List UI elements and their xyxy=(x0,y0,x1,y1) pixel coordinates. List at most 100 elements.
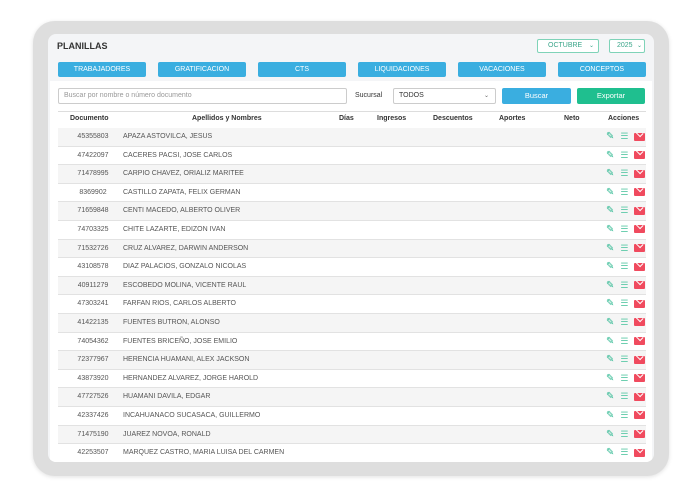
menu-list-icon[interactable]: ☰ xyxy=(620,224,628,235)
table-body: 45355803 APAZA ASTOVILCA, JESUS ✎ ☰ 4742… xyxy=(58,128,646,462)
cell-nombre: JUAREZ NOVOA, RONALD xyxy=(123,430,211,438)
mail-icon[interactable] xyxy=(634,206,646,215)
row-actions: ✎ ☰ xyxy=(606,447,646,458)
menu-list-icon[interactable]: ☰ xyxy=(620,429,628,440)
edit-pencil-icon[interactable]: ✎ xyxy=(606,224,614,235)
edit-pencil-icon[interactable]: ✎ xyxy=(606,410,614,421)
edit-pencil-icon[interactable]: ✎ xyxy=(606,187,614,198)
mail-icon[interactable] xyxy=(634,225,646,234)
cell-documento: 8369902 xyxy=(79,188,107,196)
mail-icon[interactable] xyxy=(634,151,646,160)
edit-pencil-icon[interactable]: ✎ xyxy=(606,131,614,142)
menu-list-icon[interactable]: ☰ xyxy=(620,205,628,216)
mail-icon[interactable] xyxy=(634,392,646,401)
edit-pencil-icon[interactable]: ✎ xyxy=(606,168,614,179)
col-ingresos: Ingresos xyxy=(377,115,407,122)
chevron-down-icon: ⌄ xyxy=(636,43,642,49)
menu-list-icon[interactable]: ☰ xyxy=(620,410,628,421)
mail-icon[interactable] xyxy=(634,430,646,438)
row-actions: ✎ ☰ xyxy=(606,354,646,365)
cell-nombre: APAZA ASTOVILCA, JESUS xyxy=(123,133,213,140)
edit-pencil-icon[interactable]: ✎ xyxy=(606,391,614,402)
menu-list-icon[interactable]: ☰ xyxy=(620,336,628,347)
mail-icon[interactable] xyxy=(634,337,646,346)
menu-list-icon[interactable]: ☰ xyxy=(620,391,628,402)
nav-cts[interactable]: CTS xyxy=(258,62,346,77)
menu-list-icon[interactable]: ☰ xyxy=(620,280,628,291)
table-row: 41422135 FUENTES BUTRON, ALONSO ✎ ☰ xyxy=(58,313,646,333)
sucursal-select[interactable]: TODOS ⌄ xyxy=(393,88,496,104)
table-row: 47422097 CACERES PACSI, JOSE CARLOS ✎ ☰ xyxy=(58,147,646,166)
cell-nombre: CASTILLO ZAPATA, FELIX GERMAN xyxy=(123,188,241,196)
mail-icon[interactable] xyxy=(634,132,646,141)
edit-pencil-icon[interactable]: ✎ xyxy=(606,280,614,291)
edit-pencil-icon[interactable]: ✎ xyxy=(606,298,614,309)
exportar-button[interactable]: Exportar xyxy=(577,88,645,104)
edit-pencil-icon[interactable]: ✎ xyxy=(606,373,614,384)
menu-list-icon[interactable]: ☰ xyxy=(620,317,628,328)
edit-pencil-icon[interactable]: ✎ xyxy=(606,243,614,254)
edit-pencil-icon[interactable]: ✎ xyxy=(606,354,614,365)
table-row: 8369902 CASTILLO ZAPATA, FELIX GERMAN ✎ … xyxy=(58,184,646,203)
menu-list-icon[interactable]: ☰ xyxy=(620,131,628,142)
row-actions: ✎ ☰ xyxy=(606,410,646,421)
month-select[interactable]: OCTUBRE ⌄ xyxy=(537,39,599,53)
menu-list-icon[interactable]: ☰ xyxy=(620,373,628,384)
table-row: 43873920 HERNANDEZ ALVAREZ, JORGE HAROLD… xyxy=(58,370,646,389)
cell-nombre: DIAZ PALACIOS, GONZALO NICOLAS xyxy=(123,263,247,271)
col-acciones: Acciones xyxy=(608,115,640,122)
mail-icon[interactable] xyxy=(634,281,646,290)
menu-list-icon[interactable]: ☰ xyxy=(620,261,628,272)
cell-documento: 42337426 xyxy=(77,411,109,419)
row-actions: ✎ ☰ xyxy=(606,187,646,198)
nav-gratificacion[interactable]: GRATIFICACION xyxy=(158,62,246,77)
mail-icon[interactable] xyxy=(634,411,646,420)
edit-pencil-icon[interactable]: ✎ xyxy=(606,429,614,440)
edit-pencil-icon[interactable]: ✎ xyxy=(606,261,614,272)
nav-trabajadores[interactable]: TRABAJADORES xyxy=(58,62,146,77)
nav-liquidaciones[interactable]: LIQUIDACIONES xyxy=(358,62,446,77)
mail-icon[interactable] xyxy=(634,188,646,197)
mail-icon[interactable] xyxy=(634,355,646,364)
edit-pencil-icon[interactable]: ✎ xyxy=(606,317,614,328)
table-row: 71532726 CRUZ ALVAREZ, DARWIN ANDERSON ✎… xyxy=(58,239,646,259)
mail-icon[interactable] xyxy=(634,299,646,308)
cell-nombre: INCAHUANACO SUCASACA, GUILLERMO xyxy=(123,411,261,419)
edit-pencil-icon[interactable]: ✎ xyxy=(606,447,614,458)
buscar-button[interactable]: Buscar xyxy=(502,88,571,104)
mail-icon[interactable] xyxy=(634,169,646,178)
menu-list-icon[interactable]: ☰ xyxy=(620,298,628,309)
cell-documento: 40911279 xyxy=(77,281,109,289)
row-actions: ✎ ☰ xyxy=(606,317,646,328)
year-select[interactable]: 2025 ⌄ xyxy=(609,39,645,53)
mail-icon[interactable] xyxy=(634,244,646,253)
edit-pencil-icon[interactable]: ✎ xyxy=(606,150,614,161)
cell-nombre: CACERES PACSI, JOSE CARLOS xyxy=(123,151,233,159)
edit-pencil-icon[interactable]: ✎ xyxy=(606,336,614,347)
cell-documento: 43873920 xyxy=(77,374,109,382)
edit-pencil-icon[interactable]: ✎ xyxy=(606,205,614,216)
nav-vacaciones[interactable]: VACACIONES xyxy=(458,62,546,77)
year-value: 2025 xyxy=(617,42,633,49)
mail-icon[interactable] xyxy=(634,374,646,383)
table-row: 71659848 CENTI MACEDO, ALBERTO OLIVER ✎ … xyxy=(58,202,646,221)
mail-icon[interactable] xyxy=(634,318,646,327)
mail-icon[interactable] xyxy=(634,448,646,457)
menu-list-icon[interactable]: ☰ xyxy=(620,243,628,254)
row-actions: ✎ ☰ xyxy=(606,391,646,402)
mail-icon[interactable] xyxy=(634,262,646,271)
menu-list-icon[interactable]: ☰ xyxy=(620,187,628,198)
cell-documento: 72377967 xyxy=(77,356,109,364)
cell-nombre: FARFAN RIOS, CARLOS ALBERTO xyxy=(123,300,236,308)
menu-list-icon[interactable]: ☰ xyxy=(620,168,628,179)
search-input[interactable]: Buscar por nombre o número documento xyxy=(58,88,347,104)
table-row: 71478995 CARPIO CHAVEZ, ORIALIZ MARITEE … xyxy=(58,165,646,184)
cell-documento: 71475190 xyxy=(77,430,109,438)
nav-conceptos[interactable]: CONCEPTOS xyxy=(558,62,646,77)
table-row: 42337426 INCAHUANACO SUCASACA, GUILLERMO… xyxy=(58,407,646,426)
menu-list-icon[interactable]: ☰ xyxy=(620,354,628,365)
menu-list-icon[interactable]: ☰ xyxy=(620,150,628,161)
cell-nombre: HERNANDEZ ALVAREZ, JORGE HAROLD xyxy=(123,374,259,382)
menu-list-icon[interactable]: ☰ xyxy=(620,447,628,458)
row-actions: ✎ ☰ xyxy=(606,205,646,216)
